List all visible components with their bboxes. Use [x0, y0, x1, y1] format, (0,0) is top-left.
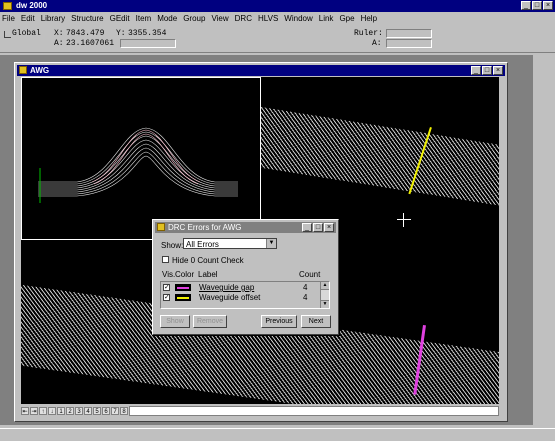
- layer-tab-1[interactable]: 1: [57, 407, 65, 415]
- menu-structure[interactable]: Structure: [71, 14, 103, 23]
- drc-maximize-button[interactable]: □: [313, 223, 323, 232]
- remove-button[interactable]: Remove: [193, 315, 227, 328]
- ruler-a-label: A:: [372, 39, 382, 48]
- row-color-swatch: [175, 284, 191, 291]
- crosshair-cursor-icon: [397, 213, 411, 227]
- awg-preview-drawing: [38, 127, 238, 203]
- column-color: Color: [175, 270, 195, 279]
- awg-window-icon: [19, 66, 27, 74]
- column-count: Count: [299, 270, 321, 279]
- list-item[interactable]: ✓ Waveguide gap 4: [161, 283, 321, 293]
- hide-zero-count-label: Hide 0 Count Check: [172, 256, 244, 265]
- list-scrollbar[interactable]: ▲ ▼: [320, 282, 329, 308]
- menu-hlvs[interactable]: HLVS: [258, 14, 278, 23]
- layer-tab-7[interactable]: 7: [111, 407, 119, 415]
- minimize-button[interactable]: _: [521, 1, 531, 10]
- menu-edit[interactable]: Edit: [21, 14, 35, 23]
- layer-tab-5[interactable]: 5: [93, 407, 101, 415]
- menu-file[interactable]: File: [2, 14, 15, 23]
- app-title: dw 2000: [16, 1, 48, 10]
- row-color-swatch: [175, 294, 191, 301]
- row-count: 4: [303, 283, 308, 292]
- row-visible-checkbox[interactable]: ✓: [163, 294, 170, 301]
- chevron-down-icon[interactable]: ▼: [266, 239, 276, 248]
- waveguide-upper: [251, 107, 499, 211]
- column-label: Label: [198, 270, 218, 279]
- menu-window[interactable]: Window: [284, 14, 312, 23]
- awg-preview-inset: [21, 77, 261, 240]
- show-select-value: All Errors: [186, 240, 219, 249]
- a-value: 23.1607061: [66, 39, 115, 48]
- layer-tab-8[interactable]: 8: [120, 407, 128, 415]
- show-button[interactable]: Show: [160, 315, 190, 328]
- a-extra-field: [120, 39, 176, 48]
- layer-down-button[interactable]: ↓: [48, 407, 56, 415]
- menu-drc[interactable]: DRC: [235, 14, 252, 23]
- layer-tab-4[interactable]: 4: [84, 407, 92, 415]
- show-label: Show:: [161, 241, 184, 250]
- ruler-a-field: [386, 39, 432, 48]
- layer-tab-bar: ⇤ ⇥ ↑ ↓ 1 2 3 4 5 6 7 8: [21, 406, 499, 416]
- drc-dialog-title: DRC Errors for AWG: [168, 223, 242, 232]
- drc-dialog-icon: [157, 223, 165, 231]
- layer-up-button[interactable]: ↑: [39, 407, 47, 415]
- origin-icon: [4, 31, 11, 38]
- maximize-button[interactable]: □: [532, 1, 542, 10]
- ruler-label: Ruler:: [354, 29, 383, 38]
- app-icon: [3, 2, 12, 10]
- menu-link[interactable]: Link: [319, 14, 334, 23]
- row-count: 4: [303, 293, 308, 302]
- last-layer-button[interactable]: ⇥: [30, 407, 38, 415]
- menu-item[interactable]: Item: [136, 14, 152, 23]
- layer-tab-strip: [129, 406, 499, 416]
- row-label: Waveguide gap: [199, 283, 255, 292]
- menu-bar: File Edit Library Structure GEdit Item M…: [0, 12, 555, 25]
- drc-error-list: ✓ Waveguide gap 4 ✓ Waveguide offset 4 ▲…: [160, 281, 330, 309]
- x-value: 7843.479: [66, 29, 105, 38]
- menu-mode[interactable]: Mode: [157, 14, 177, 23]
- ruler-field: [386, 29, 432, 38]
- drc-dialog-title-bar: DRC Errors for AWG _ □ ×: [155, 222, 336, 233]
- y-label: Y:: [116, 29, 126, 38]
- layer-tab-6[interactable]: 6: [102, 407, 110, 415]
- app-title-bar: dw 2000 _ □ ×: [0, 0, 555, 12]
- close-button[interactable]: ×: [543, 1, 553, 10]
- status-bar: [0, 428, 555, 441]
- drc-minimize-button[interactable]: _: [302, 223, 312, 232]
- show-select[interactable]: All Errors ▼: [183, 238, 277, 249]
- list-item[interactable]: ✓ Waveguide offset 4: [161, 293, 321, 303]
- awg-title: AWG: [30, 66, 50, 75]
- menu-gpe[interactable]: Gpe: [339, 14, 354, 23]
- awg-close-button[interactable]: ×: [493, 66, 503, 75]
- first-layer-button[interactable]: ⇤: [21, 407, 29, 415]
- row-visible-checkbox[interactable]: ✓: [163, 284, 170, 291]
- column-vis: Vis.: [162, 270, 176, 279]
- awg-maximize-button[interactable]: □: [482, 66, 492, 75]
- awg-title-bar: AWG _ □ ×: [17, 65, 505, 76]
- scroll-up-icon[interactable]: ▲: [321, 282, 329, 290]
- row-label: Waveguide offset: [199, 293, 261, 302]
- menu-help[interactable]: Help: [361, 14, 377, 23]
- scroll-down-icon[interactable]: ▼: [321, 300, 329, 308]
- y-value: 3355.354: [128, 29, 167, 38]
- x-label: X:: [54, 29, 64, 38]
- menu-view[interactable]: View: [211, 14, 228, 23]
- menu-library[interactable]: Library: [41, 14, 65, 23]
- layer-tab-2[interactable]: 2: [66, 407, 74, 415]
- global-label: Global: [12, 29, 41, 38]
- drc-close-button[interactable]: ×: [324, 223, 334, 232]
- a-label: A:: [54, 39, 64, 48]
- layer-tab-3[interactable]: 3: [75, 407, 83, 415]
- previous-button[interactable]: Previous: [261, 315, 297, 328]
- drc-errors-dialog: DRC Errors for AWG _ □ × Show: All Error…: [152, 219, 339, 335]
- hide-zero-count-checkbox[interactable]: [162, 256, 169, 263]
- awg-minimize-button[interactable]: _: [471, 66, 481, 75]
- menu-group[interactable]: Group: [183, 14, 205, 23]
- coordinate-bar: Global X: 7843.479 Y: 3355.354 A: 23.160…: [0, 26, 555, 53]
- menu-gedit[interactable]: GEdit: [110, 14, 130, 23]
- next-button[interactable]: Next: [301, 315, 331, 328]
